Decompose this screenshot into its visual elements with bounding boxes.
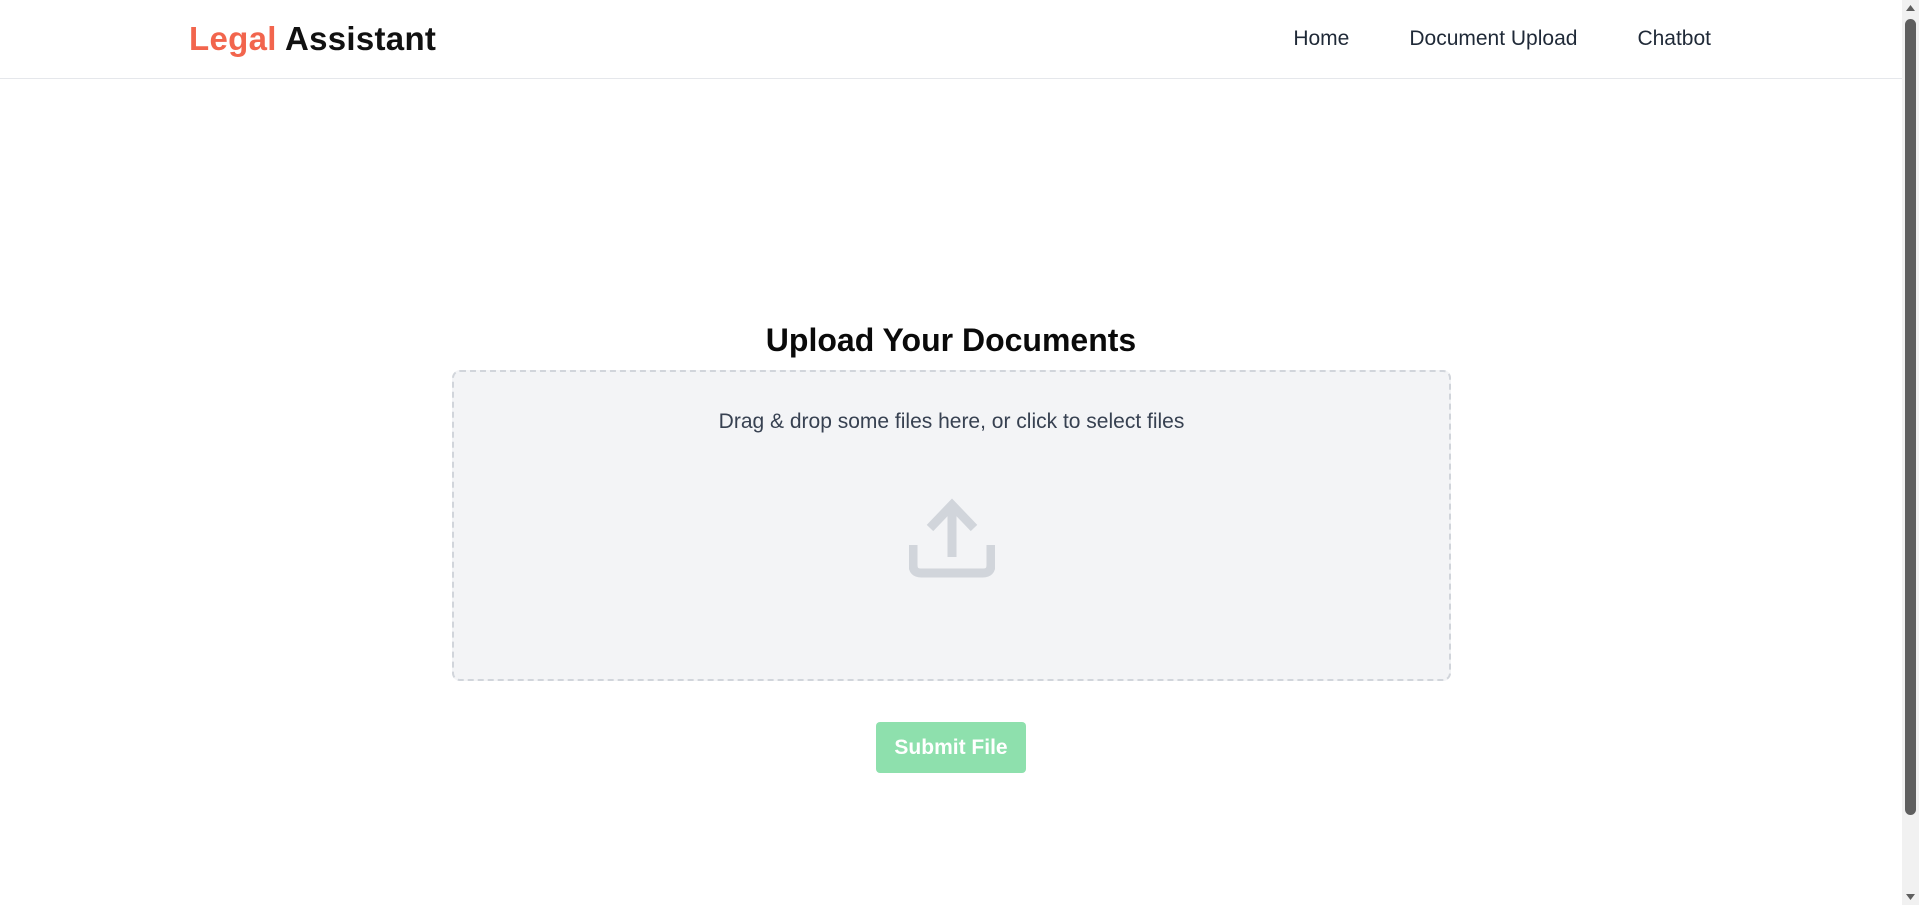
- vertical-scrollbar[interactable]: [1902, 0, 1919, 905]
- scroll-down-arrow-icon[interactable]: [1902, 888, 1919, 905]
- scrollbar-thumb[interactable]: [1905, 19, 1916, 815]
- nav-links: Home Document Upload Chatbot: [1233, 22, 1711, 56]
- brand-accent-text: Legal: [189, 20, 277, 57]
- nav-link-document-upload[interactable]: Document Upload: [1409, 22, 1577, 56]
- scroll-up-arrow-icon[interactable]: [1902, 0, 1919, 17]
- browser-viewport: Legal Assistant Home Document Upload Cha…: [0, 0, 1919, 905]
- page: Legal Assistant Home Document Upload Cha…: [0, 0, 1902, 905]
- upload-icon: [909, 498, 995, 578]
- brand-logo[interactable]: Legal Assistant: [189, 18, 436, 60]
- brand-main-text: Assistant: [284, 20, 437, 57]
- nav-link-home[interactable]: Home: [1293, 22, 1349, 56]
- file-dropzone[interactable]: Drag & drop some files here, or click to…: [452, 370, 1451, 681]
- dropzone-instruction: Drag & drop some files here, or click to…: [718, 410, 1185, 433]
- navbar: Legal Assistant Home Document Upload Cha…: [0, 0, 1902, 79]
- submit-file-button[interactable]: Submit File: [876, 722, 1026, 773]
- page-title: Upload Your Documents: [765, 322, 1137, 359]
- nav-link-chatbot[interactable]: Chatbot: [1637, 22, 1711, 56]
